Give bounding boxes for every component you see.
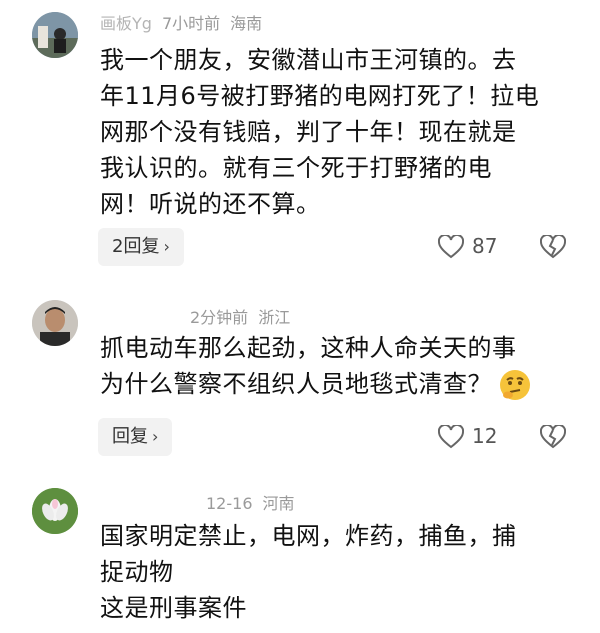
reply-button[interactable]: 2回复 ›	[98, 228, 184, 266]
like-count: 12	[472, 424, 498, 448]
avatar[interactable]	[32, 300, 78, 346]
reply-label: 回复	[112, 426, 148, 447]
comment-line-text: 为什么警察不组织人员地毯式清查？	[100, 370, 492, 398]
comment-text: 抓电动车那么起劲，这种人命关天的事 为什么警察不组织人员地毯式清查？	[100, 330, 560, 402]
comment-location: 海南	[230, 14, 263, 33]
comment-item: 画板Yg 7小时前 海南 我一个朋友，安徽潜山市王河镇的。去 年11月6号被打野猪的…	[0, 0, 600, 280]
username[interactable]: 画板Yg	[100, 14, 152, 33]
broken-heart-icon[interactable]	[540, 235, 566, 259]
comment-line: 为什么警察不组织人员地毯式清查？	[100, 366, 560, 402]
comment-item: 2分钟前 浙江 抓电动车那么起劲，这种人命关天的事 为什么警察不组织人员地毯式清查…	[0, 290, 600, 470]
comment-line: 我认识的。就有三个死于打野猪的电	[100, 154, 492, 182]
comment-text: 我一个朋友，安徽潜山市王河镇的。去 年11月6号被打野猪的电网打死了！拉电 网那…	[100, 42, 560, 222]
comment-location: 河南	[262, 494, 295, 513]
comment-line: 抓电动车那么起劲，这种人命关天的事	[100, 334, 517, 362]
avatar-lotus-icon	[32, 488, 78, 534]
thinking-emoji-icon	[500, 370, 530, 400]
avatar-photo-icon	[32, 300, 78, 346]
comment-line: 年11月6号被打野猪的电网打死了！拉电	[100, 82, 540, 110]
comment-text: 国家明定禁止，电网，炸药，捕鱼，捕 捉动物 这是刑事案件	[100, 518, 560, 626]
comment-line: 国家明定禁止，电网，炸药，捕鱼，捕	[100, 522, 517, 550]
reply-label: 2回复	[112, 236, 160, 257]
reply-button[interactable]: 回复 ›	[98, 418, 173, 456]
comment-meta: 12-16 河南	[206, 490, 305, 514]
comment-time: 12-16	[206, 494, 253, 513]
heart-outline-icon[interactable]	[438, 425, 464, 449]
comment-line: 我一个朋友，安徽潜山市王河镇的。去	[100, 46, 517, 74]
chevron-right-icon: ›	[163, 237, 170, 256]
avatar[interactable]	[32, 488, 78, 534]
comment-location: 浙江	[258, 308, 291, 327]
broken-heart-icon[interactable]	[540, 425, 566, 449]
heart-outline-icon[interactable]	[438, 235, 464, 259]
comment-time: 2分钟前	[190, 308, 249, 327]
comment-meta: 画板Yg 7小时前 海南	[100, 10, 272, 34]
comment-meta: 2分钟前 浙江	[190, 304, 300, 328]
comment-time: 7小时前	[161, 14, 221, 33]
avatar[interactable]	[32, 12, 78, 58]
chevron-right-icon: ›	[152, 427, 159, 446]
comment-line: 捉动物	[100, 558, 174, 586]
comment-item: 12-16 河南 国家明定禁止，电网，炸药，捕鱼，捕 捉动物 这是刑事案件	[0, 478, 600, 633]
like-count: 87	[472, 234, 498, 258]
comment-line: 网那个没有钱赔，判了十年！现在就是	[100, 118, 517, 146]
avatar-photo-icon	[32, 12, 78, 58]
comment-line: 这是刑事案件	[100, 594, 247, 622]
comment-line: 网！听说的还不算。	[100, 190, 321, 218]
